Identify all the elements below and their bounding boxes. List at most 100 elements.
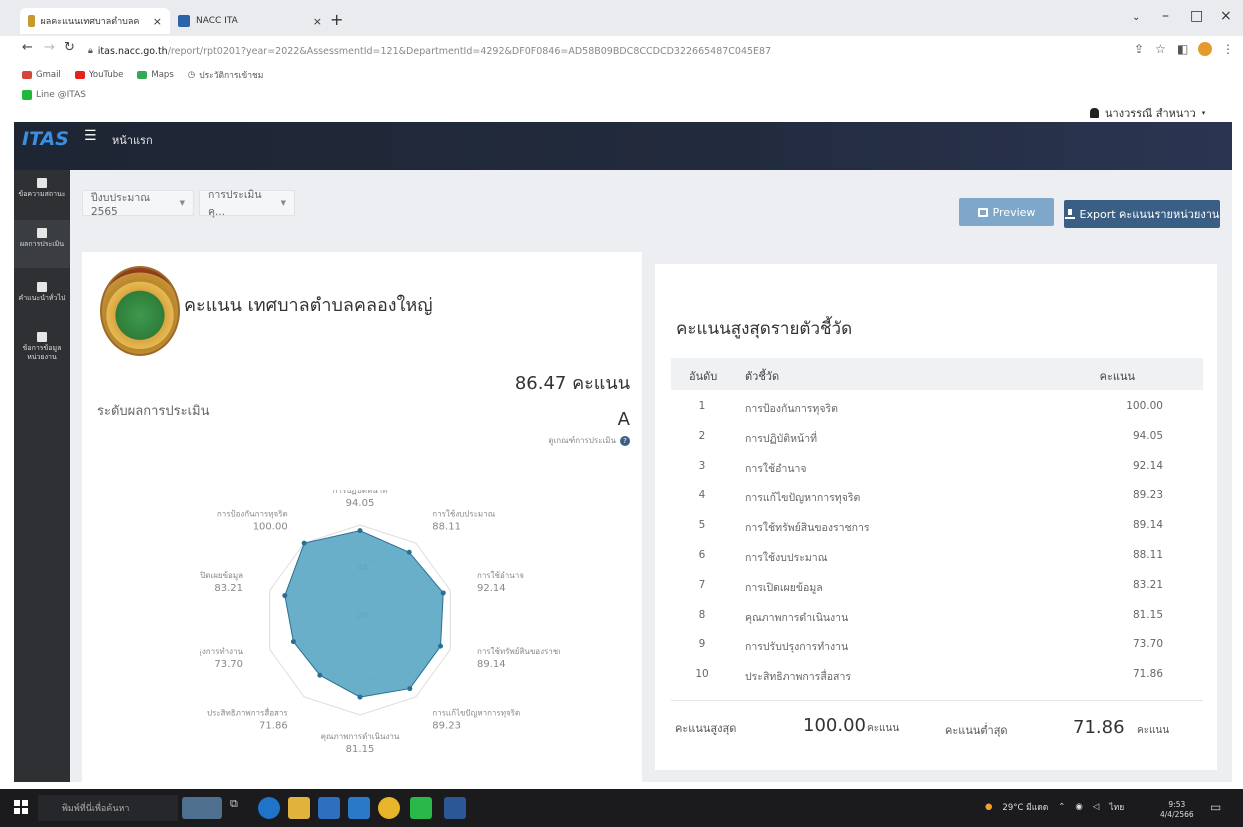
bookmark-label: Line @ITAS [36,90,86,100]
reload-icon[interactable]: ↻ [64,40,75,55]
word-icon[interactable] [444,797,466,819]
score-cell: 92.14 [1132,459,1163,472]
network-icon[interactable]: ◉ [1075,802,1082,812]
bookmark-label: YouTube [88,70,124,80]
min-value: 71.86 [1073,717,1125,738]
score-cell: 89.14 [1132,519,1163,532]
radar-point [407,686,413,692]
radar-axis-label: การปรับปรุงการทำงาน [200,647,244,656]
bookmark-label: Maps [151,70,174,80]
taskbar-search-field[interactable]: พิมพ์ที่นี่เพื่อค้นหา [38,795,178,821]
criteria-link[interactable]: ดูเกณฑ์การประเมิน ? [470,434,630,447]
sidebar-item-results[interactable]: ผลการประเมิน [14,220,70,268]
language-indicator[interactable]: ไทย [1109,800,1124,814]
history-icon: ◷ [187,70,196,80]
weather-text[interactable]: 29°C มีแดด [1002,800,1048,814]
ranking-table-header: อันดับ ตัวชี้วัด คะแนน [671,358,1203,390]
task-view-icon[interactable]: ⧉ [230,797,252,819]
youtube-icon [74,71,85,79]
rank-cell: 1 [698,400,706,412]
sidebar: ข้อความสถานะ ผลการประเมิน คำแนะนำทั่วไป … [14,170,70,782]
tray-chevron-icon[interactable]: ⌃ [1058,802,1065,812]
hamburger-icon[interactable]: ☰ [84,128,97,144]
side-panel-icon[interactable]: ◧ [1177,42,1188,56]
news-widget-icon[interactable] [182,797,222,819]
sidebar-item-guide[interactable]: คำแนะนำทั่วไป [14,278,70,318]
new-tab-button[interactable]: + [330,10,343,29]
ranking-summary: คะแนนสูงสุด 100.00 คะแนน คะแนนต่ำสุด 71.… [671,700,1203,756]
windows-start-icon[interactable] [14,800,28,814]
radar-axis-label: การแก้ไขปัญหาการทุจริต [432,709,520,718]
mail-icon[interactable] [348,797,370,819]
bookmark-gmail[interactable]: Gmail [22,70,61,80]
forward-icon[interactable]: → [44,40,55,55]
year-select[interactable]: ปีงบประมาณ 2565 ▼ [82,190,194,218]
level-label: ระดับผลการประเมิน [97,404,210,419]
help-icon: ? [620,435,630,446]
profile-avatar[interactable] [1198,42,1212,56]
score-cell: 94.05 [1132,429,1163,442]
bookmark-star-icon[interactable]: ☆ [1155,42,1166,56]
bookmark-line[interactable]: Line @ITAS [22,90,86,100]
info-icon [37,332,47,342]
radar-value-label: 89.14 [477,659,506,670]
rank-cell: 5 [698,519,706,532]
min-unit: คะแนน [1137,725,1170,736]
taskbar-clock[interactable]: 9:53 4/4/2566 [1160,800,1194,820]
indicator-cell: การปฏิบัติหน้าที่ [745,432,818,445]
radar-point [357,528,363,534]
preview-label: Preview [992,205,1036,219]
score-cell: 81.15 [1132,608,1163,621]
chrome-icon[interactable] [378,797,400,819]
preview-button[interactable]: Preview [959,198,1054,226]
store-icon[interactable] [318,797,340,819]
bookmark-maps[interactable]: Maps [137,70,174,80]
radar-point [406,549,412,555]
minimize-icon[interactable]: – [1162,8,1169,24]
edge-icon[interactable] [258,797,280,819]
bookmark-youtube[interactable]: YouTube [74,70,124,80]
tab-search-icon[interactable]: ⌄ [1132,12,1140,23]
close-tab-icon[interactable]: × [153,15,162,28]
ranking-title: คะแนนสูงสุดรายตัวชี้วัด [676,319,853,339]
caret-down-icon: ▼ [179,199,185,207]
browser-tab-active[interactable]: ผลคะแนนเทศบาลตำบลคลองใหญ่ เขต 176 ... × [20,8,170,34]
volume-icon[interactable]: ◁ [1093,802,1100,812]
line-app-icon[interactable] [410,797,432,819]
browser-menu-icon[interactable]: ⋮ [1222,42,1234,56]
bookmark-history[interactable]: ◷ ประวัติการเข้าชม [188,68,264,82]
maximize-icon[interactable]: □ [1190,8,1203,24]
sidebar-item-agency-data[interactable]: ข้อการข้อมูลหน่วยงาน [14,330,70,370]
url-field[interactable]: 🔒︎ itas.nacc.go.th /report/rpt0201?year=… [88,41,1148,61]
download-icon [1064,209,1075,219]
sidebar-item-status[interactable]: ข้อความสถานะ [14,172,70,212]
sidebar-item-label: ผลการประเมิน [19,240,65,248]
share-icon[interactable]: ⇪ [1134,42,1144,56]
bookmarks-bar: Gmail YouTube Maps ◷ ประวัติการเข้าชม [0,64,1243,86]
browser-tab[interactable]: NACC ITA × [170,8,330,34]
radar-value-label: 94.05 [346,498,375,509]
rank-cell: 9 [698,638,706,651]
criteria-link-label: ดูเกณฑ์การประเมิน [548,436,616,445]
export-button[interactable]: Export คะแนนรายหน่วยงาน [1064,200,1220,228]
export-label: Export คะแนนรายหน่วยงาน [1079,208,1220,221]
notifications-icon[interactable]: ▭ [1210,800,1221,814]
tab-label: NACC ITA [196,16,238,26]
assessment-select[interactable]: การประเมินคุ... ▼ [199,189,295,218]
indicator-cell: การเปิดเผยข้อมูล [745,581,823,594]
table-row: 6 การใช้งบประมาณ 88.11 [671,541,1203,571]
indicator-cell: ประสิทธิภาพการสื่อสาร [745,671,851,684]
notification-bell-icon[interactable] [1090,108,1099,118]
file-explorer-icon[interactable] [288,797,310,819]
user-menu[interactable]: นางวรรณี สำหนาว ▾ [1090,104,1205,122]
window-close-icon[interactable]: × [1220,8,1232,24]
radar-axis-label: การเปิดเผยข้อมูล [200,571,243,581]
back-icon[interactable]: ← [22,40,33,55]
itas-logo[interactable]: ITAS [22,128,69,150]
home-link[interactable]: หน้าแรก [112,131,153,149]
close-tab-icon[interactable]: × [313,15,322,28]
rank-cell: 7 [698,578,706,591]
col-indicator-header: ตัวชี้วัด [745,370,780,383]
maps-icon [137,71,148,79]
radar-axis-label: ประสิทธิภาพการสื่อสาร [207,707,288,718]
